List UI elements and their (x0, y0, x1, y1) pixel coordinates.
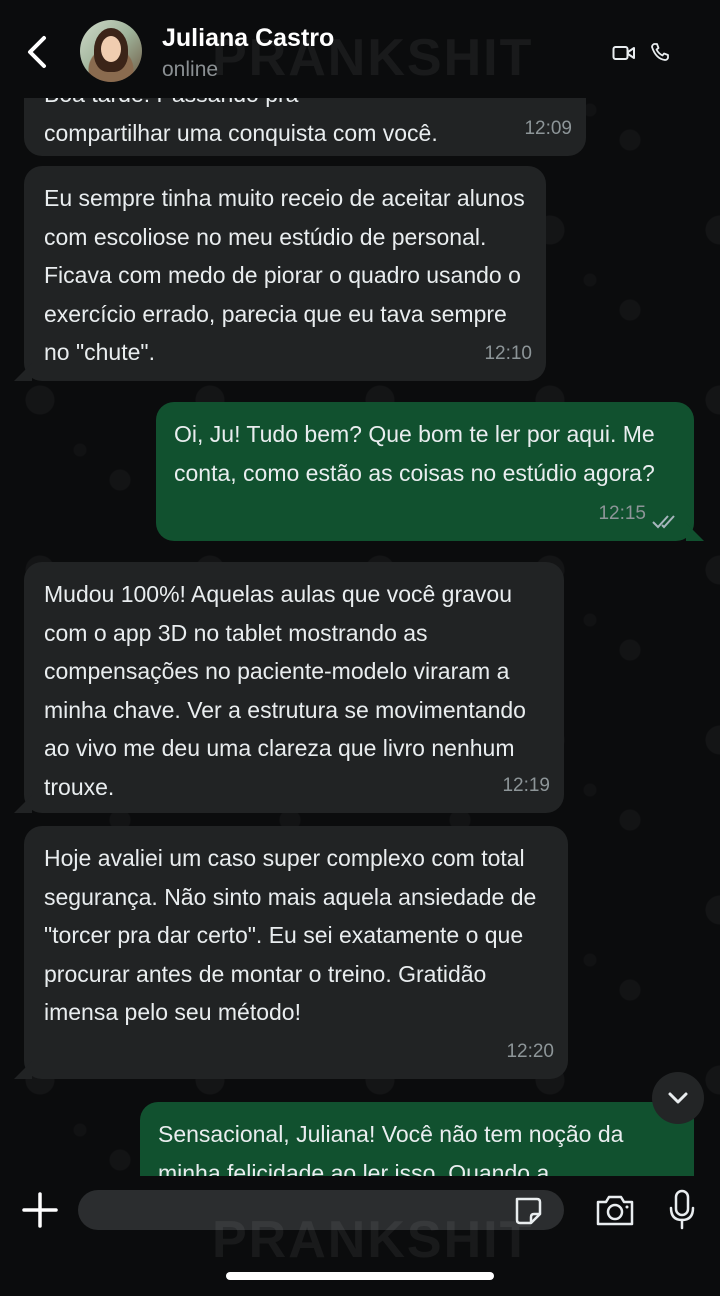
message-time: 12:15 (598, 502, 646, 524)
message-text: Oi, Ju! Tudo bem? Que bom te ler por aqu… (174, 421, 655, 486)
contact-name[interactable]: Juliana Castro (162, 24, 334, 53)
back-button[interactable] (20, 32, 54, 72)
message-bubble-incoming[interactable]: Boa tarde! Passando pra compartilhar uma… (24, 98, 586, 156)
message-bubble-incoming[interactable]: Hoje avaliei um caso super complexo com … (14, 826, 568, 1079)
video-camera-icon (612, 46, 635, 60)
message-text: Eu sempre tinha muito receio de aceitar … (44, 185, 525, 365)
message-time: 12:10 (484, 342, 532, 364)
home-indicator[interactable] (226, 1272, 494, 1280)
message-text: Hoje avaliei um caso super complexo com … (44, 845, 537, 1025)
attach-button[interactable] (20, 1190, 60, 1230)
message-bubble-outgoing[interactable]: Sensacional, Juliana! Você não tem noção… (140, 1102, 694, 1176)
message-text: compartilhar uma conquista com você. (44, 119, 438, 146)
sticker-button[interactable] (512, 1196, 544, 1226)
camera-button[interactable] (594, 1192, 636, 1228)
back-chevron-icon (28, 36, 46, 68)
avatar-face (101, 36, 121, 62)
message-text: Mudou 100%! Aquelas aulas que você gravo… (44, 581, 526, 800)
bubble-tail (14, 1061, 32, 1079)
avatar[interactable] (80, 20, 142, 82)
sticker-icon (515, 1197, 542, 1225)
message-text: Sensacional, Juliana! Você não tem noção… (158, 1121, 624, 1176)
message-list[interactable]: Boa tarde! Passando pra compartilhar uma… (0, 98, 720, 1176)
message-bubble-incoming[interactable]: Mudou 100%! Aquelas aulas que você gravo… (14, 562, 564, 813)
microphone-icon (669, 1189, 695, 1230)
chat-header: Juliana Castro online (0, 0, 720, 98)
contact-status: online (162, 58, 219, 81)
phone-icon (651, 43, 669, 61)
plus-icon (22, 1192, 58, 1228)
voice-call-button[interactable] (650, 42, 670, 62)
chevron-down-icon (668, 1092, 688, 1104)
microphone-button[interactable] (668, 1188, 696, 1232)
scroll-to-bottom-button[interactable] (652, 1072, 704, 1124)
message-text-partial: Boa tarde! Passando pra (44, 98, 566, 114)
message-input[interactable] (78, 1190, 564, 1230)
video-call-button[interactable] (612, 44, 636, 62)
bubble-tail (14, 363, 32, 381)
message-bubble-incoming[interactable]: Eu sempre tinha muito receio de aceitar … (14, 166, 546, 381)
message-bubble-outgoing[interactable]: Oi, Ju! Tudo bem? Que bom te ler por aqu… (156, 402, 704, 541)
message-time: 12:09 (524, 117, 572, 139)
message-time: 12:20 (506, 1040, 554, 1062)
bubble-tail (14, 795, 32, 813)
read-receipt-icon (652, 515, 675, 529)
message-time: 12:19 (502, 774, 550, 796)
camera-icon (596, 1195, 634, 1226)
bubble-tail (686, 523, 704, 541)
